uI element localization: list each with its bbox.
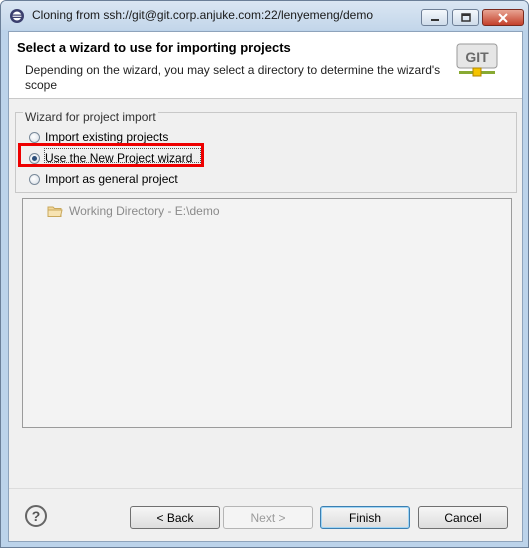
finish-button-label: Finish <box>348 510 381 525</box>
minimize-button[interactable] <box>421 9 448 26</box>
window-title: Cloning from ssh://git@git.corp.anjuke.c… <box>32 8 374 22</box>
back-button-label: < Back <box>156 510 194 525</box>
next-button-label: Next > <box>250 510 286 525</box>
cancel-button-label: Cancel <box>444 510 482 525</box>
radio-import-general[interactable]: Import as general project <box>29 171 178 187</box>
directory-tree[interactable]: Working Directory - E:\demo <box>22 198 512 428</box>
maximize-icon <box>460 13 471 22</box>
footer-separator <box>9 488 522 489</box>
title-bar[interactable]: Cloning from ssh://git@git.corp.anjuke.c… <box>1 1 528 30</box>
folder-icon <box>47 206 63 217</box>
radio-import-general-label[interactable]: Import as general project <box>45 172 178 186</box>
close-button[interactable] <box>482 9 524 26</box>
help-button[interactable]: ? <box>25 505 47 527</box>
radio-import-general-button[interactable] <box>29 173 40 185</box>
maximize-button[interactable] <box>452 9 479 26</box>
git-logo-text: GIT <box>465 49 489 65</box>
wizard-description: Depending on the wizard, you may select … <box>25 63 441 92</box>
radio-import-existing-label[interactable]: Import existing projects <box>45 130 168 144</box>
close-icon <box>498 12 508 23</box>
tree-item-label: Working Directory - E:\demo <box>69 204 220 218</box>
wizard-header: Select a wizard to use for importing pro… <box>9 32 522 99</box>
tree-item-working-directory[interactable]: Working Directory - E:\demo <box>47 204 220 218</box>
git-logo: GIT <box>455 41 501 83</box>
radio-import-existing-button[interactable] <box>29 131 40 143</box>
dialog-content: Select a wizard to use for importing pro… <box>8 31 523 542</box>
next-button[interactable]: Next > <box>223 506 313 529</box>
minimize-icon <box>430 18 439 21</box>
back-button[interactable]: < Back <box>130 506 220 529</box>
red-highlight-box <box>18 143 204 167</box>
finish-button[interactable]: Finish <box>320 506 410 529</box>
wizard-group-label: Wizard for project import <box>23 110 158 124</box>
wizard-title: Select a wizard to use for importing pro… <box>17 40 291 55</box>
dialog-window: Cloning from ssh://git@git.corp.anjuke.c… <box>0 0 529 548</box>
cancel-button[interactable]: Cancel <box>418 506 508 529</box>
eclipse-app-icon <box>10 9 24 23</box>
help-icon: ? <box>31 508 41 524</box>
